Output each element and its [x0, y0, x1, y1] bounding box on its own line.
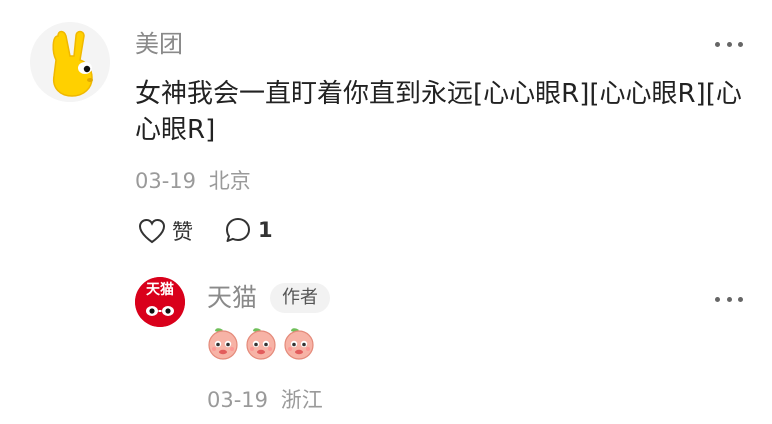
reply-avatar[interactable]: 天猫 — [135, 277, 185, 327]
comment-bubble-icon — [226, 218, 250, 242]
comment-location: 北京 — [208, 169, 251, 193]
comment-date: 03-19 — [135, 169, 197, 193]
comment-username[interactable]: 美团 — [135, 32, 183, 56]
avatar[interactable] — [30, 22, 110, 102]
comment-text: 女神我会一直盯着你直到永远[心心眼R][心心眼R][心心眼R] — [135, 79, 742, 145]
meituan-logo-icon — [30, 22, 110, 102]
peach-emoji-icon — [284, 328, 314, 360]
like-button[interactable]: 赞 — [138, 216, 193, 246]
author-badge: 作者 — [270, 283, 330, 313]
reply-location: 浙江 — [280, 388, 323, 412]
reply-button[interactable]: 1 — [224, 216, 273, 244]
heart-outline-icon — [138, 218, 166, 244]
peach-emoji-icon — [246, 328, 276, 360]
reply-count: 1 — [258, 218, 273, 242]
peach-emoji-icon — [208, 328, 238, 360]
tmall-logo-text: 天猫 — [146, 282, 174, 298]
more-options-button[interactable] — [715, 39, 743, 49]
reply-date: 03-19 — [207, 388, 269, 412]
reply-meta: 03-19 浙江 — [207, 390, 323, 411]
more-dots-icon — [715, 41, 720, 47]
reply-username[interactable]: 天猫 — [207, 285, 257, 310]
reply-more-options-button[interactable] — [715, 294, 743, 304]
comment-meta: 03-19 北京 — [135, 171, 251, 192]
more-dots-icon — [715, 296, 720, 302]
like-label: 赞 — [172, 220, 193, 244]
reply-emoji-row — [207, 326, 315, 360]
